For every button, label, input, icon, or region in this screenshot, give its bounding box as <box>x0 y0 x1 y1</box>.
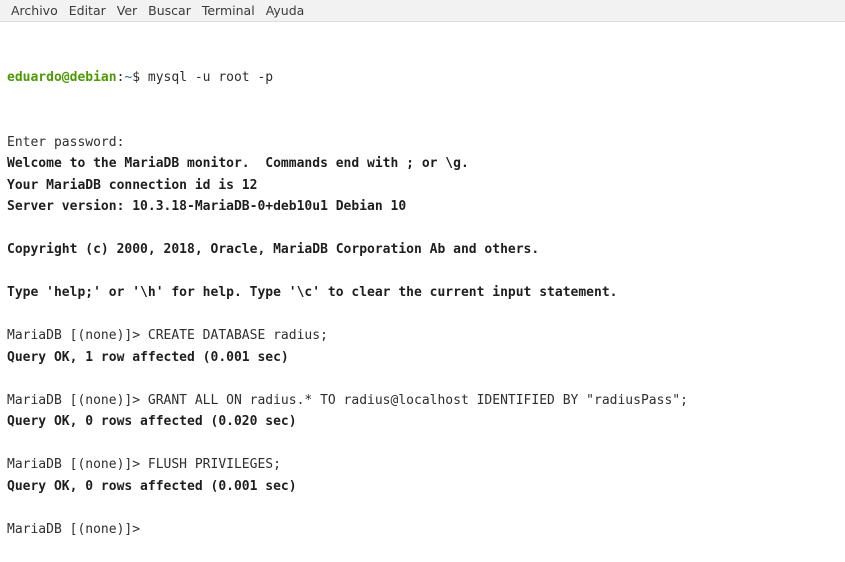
prompt-symbol: $ <box>132 70 148 85</box>
terminal-output[interactable]: eduardo@debian:~$ mysql -u root -p Enter… <box>0 24 845 537</box>
prompt-command: mysql -u root -p <box>147 70 274 85</box>
terminal-line: Query OK, 0 rows affected (0.020 sec) <box>7 414 297 429</box>
terminal-line: Query OK, 1 row affected (0.001 sec) <box>7 349 289 365</box>
terminal-lines: Enter password: Welcome to the MariaDB mo… <box>7 132 845 541</box>
menu-editar[interactable]: Editar <box>68 1 107 20</box>
terminal-line: MariaDB [(none)]> CREATE DATABASE radius… <box>7 328 328 343</box>
terminal-line: Copyright (c) 2000, 2018, Oracle, MariaD… <box>7 242 540 257</box>
menu-bar: Archivo Editar Ver Buscar Terminal Ayuda <box>0 0 845 22</box>
menu-archivo[interactable]: Archivo <box>10 1 59 20</box>
menu-terminal[interactable]: Terminal <box>201 1 256 20</box>
shell-prompt-line: eduardo@debian:~$ mysql -u root -p <box>7 67 845 89</box>
terminal-line: MariaDB [(none)]> <box>7 521 141 537</box>
terminal-line: Enter password: <box>7 134 125 150</box>
terminal-line: Query OK, 0 rows affected (0.001 sec) <box>7 478 297 494</box>
prompt-user-host: eduardo@debian <box>7 70 117 85</box>
menu-ayuda[interactable]: Ayuda <box>265 1 306 20</box>
menu-buscar[interactable]: Buscar <box>147 1 192 20</box>
menu-ver[interactable]: Ver <box>116 1 138 20</box>
terminal-line: Type 'help;' or '\h' for help. Type '\c'… <box>7 285 618 300</box>
terminal-line: Server version: 10.3.18-MariaDB-0+deb10u… <box>7 199 407 214</box>
terminal-line: MariaDB [(none)]> FLUSH PRIVILEGES; <box>7 457 281 472</box>
terminal-line: MariaDB [(none)]> GRANT ALL ON radius.* … <box>7 392 688 408</box>
terminal-line: Welcome to the MariaDB monitor. Commands… <box>7 156 469 171</box>
terminal-line: Your MariaDB connection id is 12 <box>7 177 258 193</box>
